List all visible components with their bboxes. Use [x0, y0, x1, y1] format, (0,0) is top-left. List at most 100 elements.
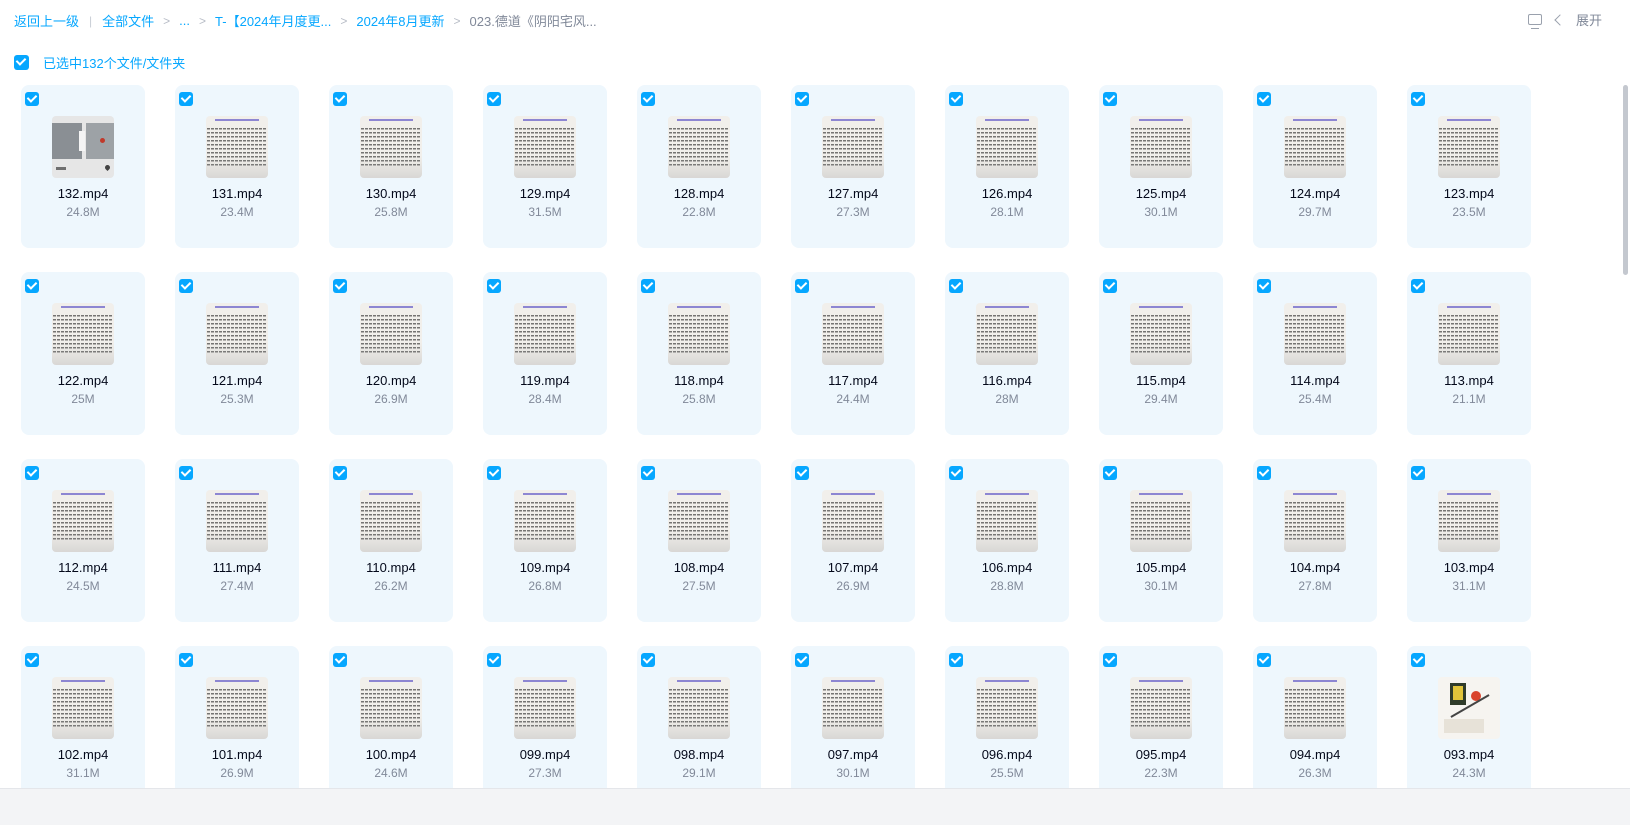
expand-button[interactable]: 展开 [1554, 10, 1602, 29]
file-card[interactable]: 112.mp4 24.5M [21, 459, 145, 622]
file-card[interactable]: 114.mp4 25.4M [1253, 272, 1377, 435]
file-card[interactable]: 124.mp4 29.7M [1253, 85, 1377, 248]
file-checkbox[interactable] [641, 466, 655, 480]
video-thumbnail [668, 116, 730, 178]
file-card[interactable]: 101.mp4 26.9M [175, 646, 299, 809]
file-checkbox[interactable] [487, 653, 501, 667]
file-checkbox[interactable] [333, 279, 347, 293]
file-checkbox[interactable] [179, 92, 193, 106]
file-checkbox[interactable] [25, 653, 39, 667]
file-checkbox[interactable] [641, 279, 655, 293]
file-card[interactable]: 108.mp4 27.5M [637, 459, 761, 622]
file-checkbox[interactable] [179, 466, 193, 480]
file-checkbox[interactable] [795, 279, 809, 293]
file-card[interactable]: 096.mp4 25.5M [945, 646, 1069, 809]
file-card[interactable]: 113.mp4 21.1M [1407, 272, 1531, 435]
file-card[interactable]: 106.mp4 28.8M [945, 459, 1069, 622]
file-size: 28.1M [990, 205, 1024, 219]
file-checkbox[interactable] [949, 466, 963, 480]
file-checkbox[interactable] [179, 653, 193, 667]
file-checkbox[interactable] [1257, 466, 1271, 480]
file-card[interactable]: 116.mp4 28M [945, 272, 1069, 435]
file-checkbox[interactable] [1411, 279, 1425, 293]
breadcrumb-level2[interactable]: 2024年8月更新 [356, 11, 444, 30]
file-card[interactable]: 130.mp4 25.8M [329, 85, 453, 248]
select-all-checkbox[interactable] [14, 55, 29, 70]
file-checkbox[interactable] [1103, 466, 1117, 480]
file-card[interactable]: 104.mp4 27.8M [1253, 459, 1377, 622]
file-card[interactable]: 110.mp4 26.2M [329, 459, 453, 622]
video-thumbnail [52, 303, 114, 365]
file-card[interactable]: 122.mp4 25M [21, 272, 145, 435]
file-card[interactable]: 118.mp4 25.8M [637, 272, 761, 435]
file-checkbox[interactable] [333, 92, 347, 106]
file-card[interactable]: 131.mp4 23.4M [175, 85, 299, 248]
file-card[interactable]: 119.mp4 28.4M [483, 272, 607, 435]
file-checkbox[interactable] [487, 92, 501, 106]
file-checkbox[interactable] [333, 653, 347, 667]
file-size: 29.7M [1298, 205, 1332, 219]
file-checkbox[interactable] [179, 279, 193, 293]
file-card[interactable]: 120.mp4 26.9M [329, 272, 453, 435]
file-checkbox[interactable] [1103, 279, 1117, 293]
file-checkbox[interactable] [1257, 279, 1271, 293]
file-card[interactable]: 100.mp4 24.6M [329, 646, 453, 809]
file-card[interactable]: 099.mp4 27.3M [483, 646, 607, 809]
file-checkbox[interactable] [795, 92, 809, 106]
file-checkbox[interactable] [1411, 653, 1425, 667]
file-checkbox[interactable] [25, 279, 39, 293]
file-card[interactable]: 132.mp4 24.8M [21, 85, 145, 248]
file-checkbox[interactable] [1411, 92, 1425, 106]
file-card[interactable]: 102.mp4 31.1M [21, 646, 145, 809]
file-checkbox[interactable] [1103, 92, 1117, 106]
breadcrumb-level1[interactable]: T-【2024年月度更... [215, 11, 331, 30]
file-card[interactable]: 094.mp4 26.3M [1253, 646, 1377, 809]
file-card[interactable]: 109.mp4 26.8M [483, 459, 607, 622]
breadcrumb-all-files[interactable]: 全部文件 [102, 11, 154, 30]
file-name: 127.mp4 [827, 186, 879, 201]
file-card[interactable]: 093.mp4 24.3M [1407, 646, 1531, 809]
file-checkbox[interactable] [1257, 653, 1271, 667]
file-card[interactable]: 097.mp4 30.1M [791, 646, 915, 809]
breadcrumb-ellipsis[interactable]: ... [179, 13, 190, 28]
file-card[interactable]: 126.mp4 28.1M [945, 85, 1069, 248]
file-checkbox[interactable] [25, 92, 39, 106]
back-link[interactable]: 返回上一级 [14, 11, 79, 30]
video-thumbnail [976, 677, 1038, 739]
file-checkbox[interactable] [333, 466, 347, 480]
file-checkbox[interactable] [641, 653, 655, 667]
file-checkbox[interactable] [1257, 92, 1271, 106]
file-card[interactable]: 117.mp4 24.4M [791, 272, 915, 435]
file-checkbox[interactable] [949, 653, 963, 667]
file-checkbox[interactable] [795, 466, 809, 480]
file-checkbox[interactable] [25, 466, 39, 480]
file-card[interactable]: 125.mp4 30.1M [1099, 85, 1223, 248]
file-card[interactable]: 107.mp4 26.9M [791, 459, 915, 622]
file-card[interactable]: 098.mp4 29.1M [637, 646, 761, 809]
video-thumbnail [52, 677, 114, 739]
file-card[interactable]: 121.mp4 25.3M [175, 272, 299, 435]
file-checkbox[interactable] [949, 279, 963, 293]
file-card[interactable]: 128.mp4 22.8M [637, 85, 761, 248]
scrollbar[interactable] [1623, 85, 1628, 275]
file-card[interactable]: 095.mp4 22.3M [1099, 646, 1223, 809]
file-card[interactable]: 129.mp4 31.5M [483, 85, 607, 248]
chevron-left-icon [1554, 13, 1566, 26]
file-name: 129.mp4 [519, 186, 571, 201]
file-size: 26.9M [836, 579, 870, 593]
file-checkbox[interactable] [641, 92, 655, 106]
file-card[interactable]: 111.mp4 27.4M [175, 459, 299, 622]
file-card[interactable]: 105.mp4 30.1M [1099, 459, 1223, 622]
file-card[interactable]: 127.mp4 27.3M [791, 85, 915, 248]
file-checkbox[interactable] [949, 92, 963, 106]
file-checkbox[interactable] [795, 653, 809, 667]
file-card[interactable]: 123.mp4 23.5M [1407, 85, 1531, 248]
file-checkbox[interactable] [1411, 466, 1425, 480]
file-size: 25.5M [990, 766, 1024, 780]
file-checkbox[interactable] [487, 466, 501, 480]
file-card[interactable]: 115.mp4 29.4M [1099, 272, 1223, 435]
file-card[interactable]: 103.mp4 31.1M [1407, 459, 1531, 622]
monitor-icon[interactable] [1527, 14, 1542, 29]
file-checkbox[interactable] [1103, 653, 1117, 667]
file-checkbox[interactable] [487, 279, 501, 293]
